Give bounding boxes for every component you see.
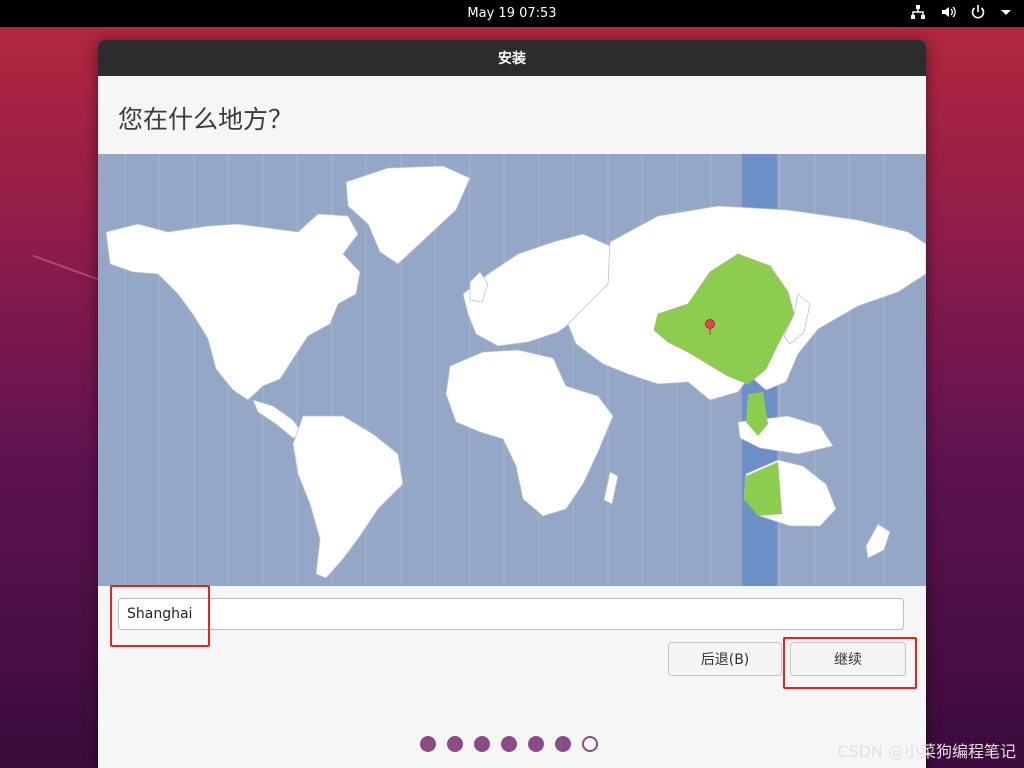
madagascar <box>603 471 619 505</box>
network-icon[interactable] <box>910 4 926 20</box>
annotation-highlight-input <box>110 585 210 647</box>
watermark: CSDN @小菜狗编程笔记 <box>837 742 1016 761</box>
central-america <box>252 399 304 439</box>
location-input[interactable]: Shanghai <box>118 598 904 630</box>
africa <box>445 349 614 517</box>
step-dot <box>555 736 571 752</box>
installer-window: 安装 您在什么地方？ Shanghai 后退(B) 继续 <box>98 40 926 768</box>
back-button[interactable]: 后退(B) <box>668 642 782 676</box>
step-dot <box>420 736 436 752</box>
step-progress <box>420 736 598 752</box>
volume-icon[interactable] <box>940 4 956 20</box>
north-america <box>105 213 361 401</box>
annotation-highlight-continue <box>783 637 917 689</box>
page-heading: 您在什么地方？ <box>118 105 294 134</box>
south-america <box>292 415 404 579</box>
top-bar: May 19 07:53 <box>0 0 1024 27</box>
timezone-map[interactable] <box>98 154 926 586</box>
menu-arrow-icon[interactable] <box>1000 4 1012 20</box>
step-dot <box>447 736 463 752</box>
step-dot-current <box>582 736 598 752</box>
power-icon[interactable] <box>970 4 986 20</box>
system-tray[interactable] <box>910 4 1012 20</box>
greenland <box>345 165 471 265</box>
window-title: 安装 <box>98 40 926 76</box>
new-zealand <box>865 523 891 559</box>
step-dot <box>528 736 544 752</box>
step-dot <box>501 736 517 752</box>
step-dot <box>474 736 490 752</box>
clock[interactable]: May 19 07:53 <box>0 6 1024 21</box>
